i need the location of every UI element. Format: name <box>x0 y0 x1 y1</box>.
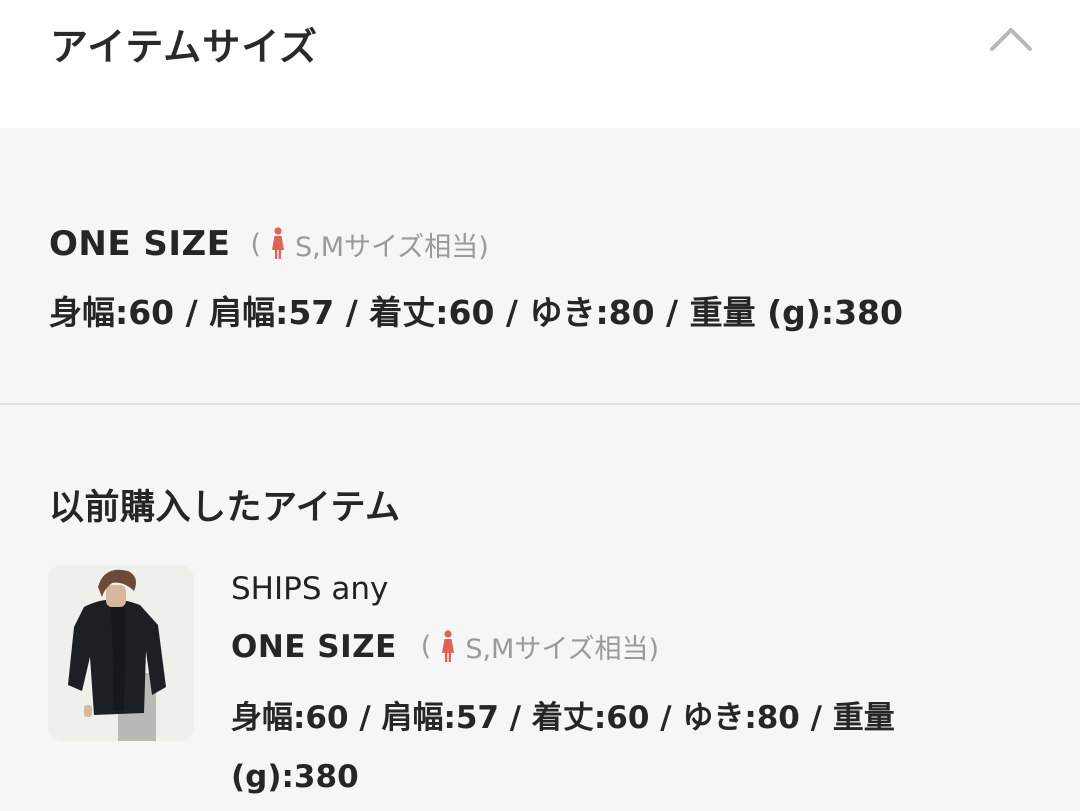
item-measurements: 身幅:60 / 肩幅:57 / 着丈:60 / ゆき:80 / 重量 (g):3… <box>231 700 895 795</box>
item-size-equivalent: ( S,Mサイズ相当) <box>421 627 659 666</box>
size-measurements: 身幅:60 / 肩幅:57 / 着丈:60 / ゆき:80 / 重量 (g):3… <box>49 293 903 332</box>
woman-icon <box>271 227 284 259</box>
size-equivalent: ( S,Mサイズ相当) <box>250 225 489 264</box>
chevron-up-icon[interactable] <box>988 24 1034 54</box>
item-size-equivalent-text: S,Mサイズ相当) <box>465 634 660 665</box>
size-info-panel: ONE SIZE ( S,Mサイズ相当) 身幅:60 / 肩幅:57 / 着丈:… <box>0 128 1080 404</box>
item-brand: SHIPS any <box>231 571 389 607</box>
purchased-items-panel: 以前購入したアイテム SHIPS any ONE SIZE ( S,Mサイズ相当… <box>0 405 1080 811</box>
size-name: ONE SIZE <box>49 224 231 264</box>
item-size-header[interactable]: アイテムサイズ <box>0 0 1080 128</box>
open-paren: ( <box>420 631 432 662</box>
item-photo <box>48 565 194 741</box>
item-size-row: ONE SIZE ( S,Mサイズ相当) <box>231 627 659 666</box>
purchased-items-title: 以前購入したアイテム <box>49 488 401 528</box>
open-paren: ( <box>250 228 261 260</box>
item-size-name: ONE SIZE <box>231 628 397 665</box>
section-title: アイテムサイズ <box>50 25 319 69</box>
size-equivalent-text: S,Mサイズ相当) <box>294 231 489 263</box>
item-thumbnail[interactable] <box>48 565 194 741</box>
woman-icon <box>442 629 455 662</box>
size-row: ONE SIZE ( S,Mサイズ相当) <box>49 224 489 264</box>
